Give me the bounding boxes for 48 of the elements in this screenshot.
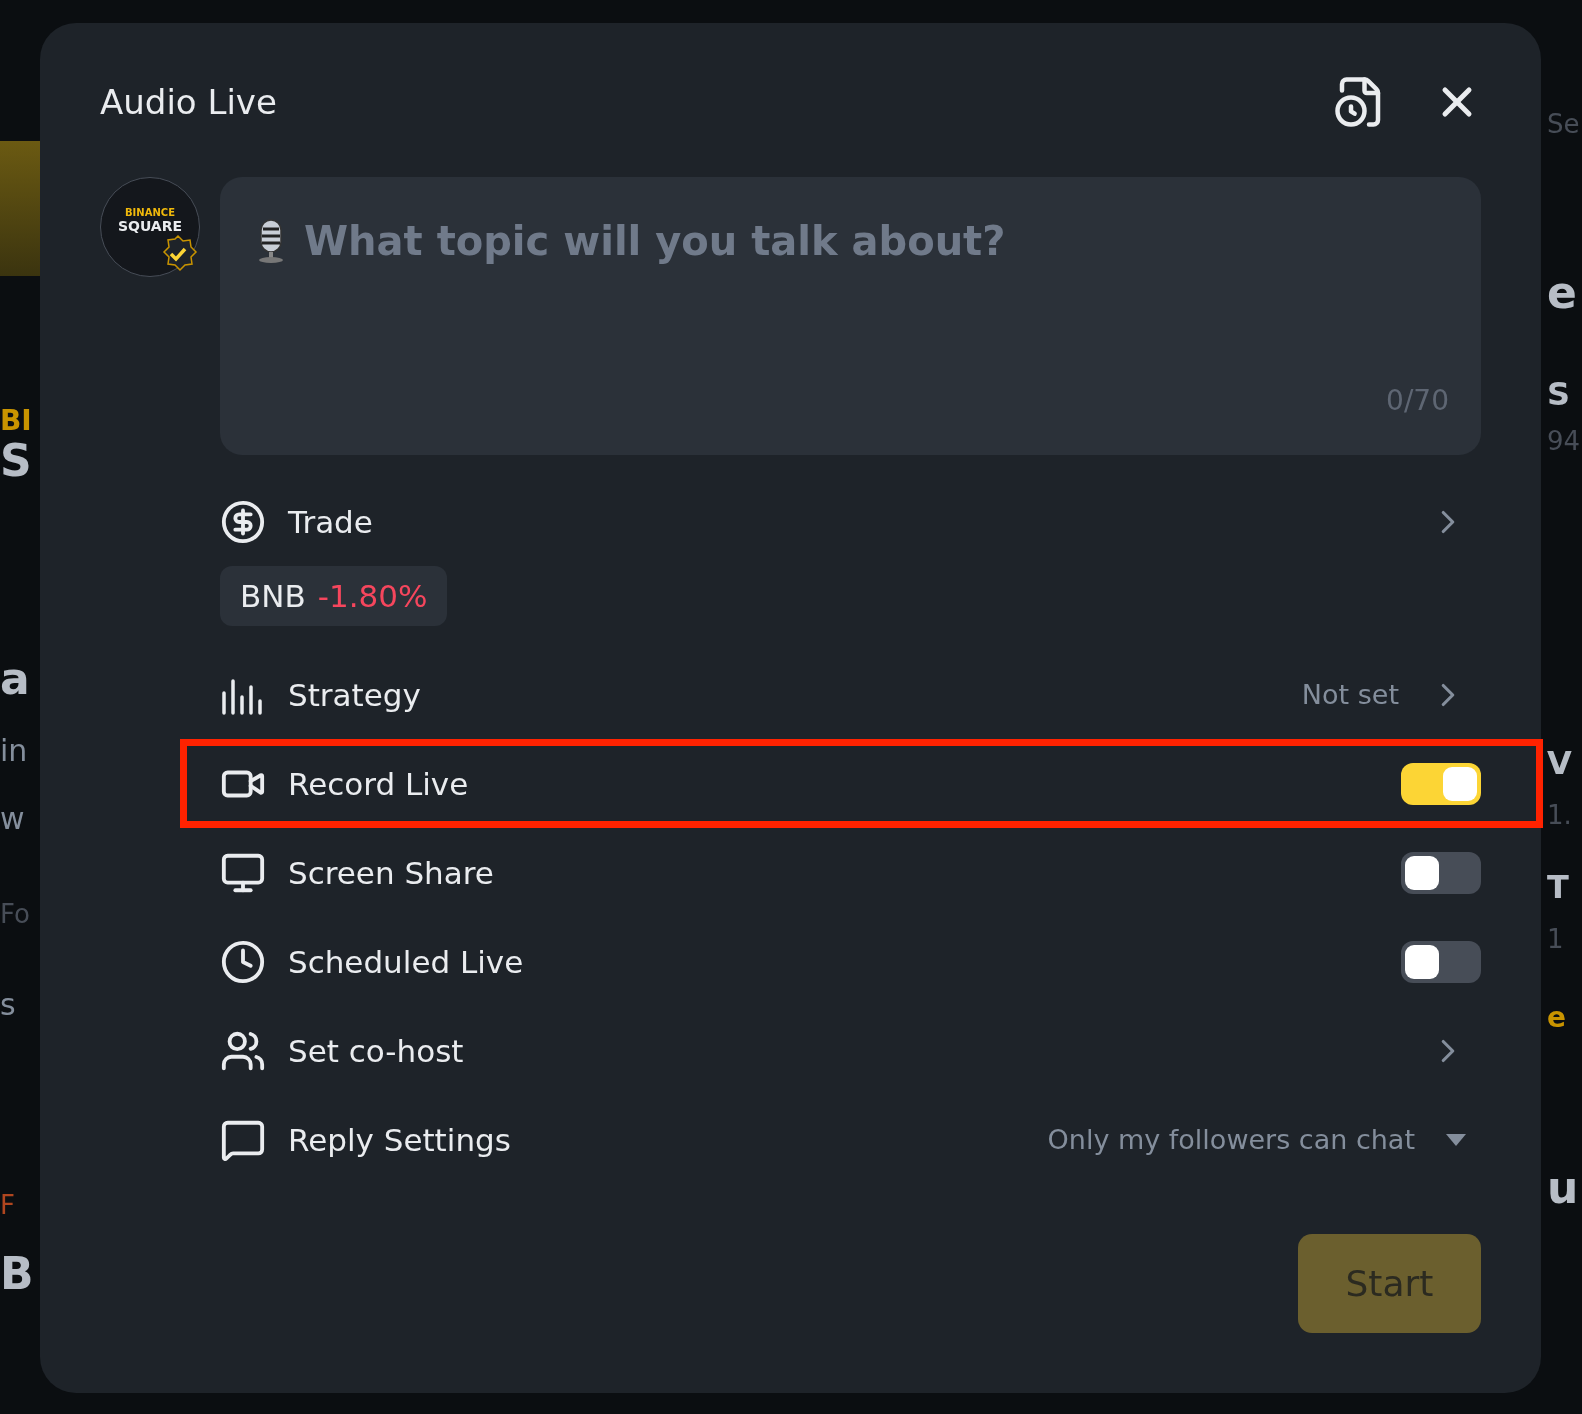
coin-symbol: BNB [240, 578, 306, 614]
trade-row[interactable]: Trade [180, 477, 1481, 566]
background-text: u [1547, 1164, 1580, 1213]
clock-icon [220, 938, 266, 985]
coin-chip[interactable]: BNB -1.80% [220, 566, 448, 626]
row-label: Set co-host [288, 1032, 465, 1069]
toggle-switch[interactable] [1401, 762, 1481, 805]
background-text: 1 [1547, 924, 1565, 954]
avatar-name: SQUARE [117, 217, 183, 234]
background-text: T [1547, 869, 1570, 905]
row-label: Reply Settings [288, 1121, 512, 1158]
background-text: S [0, 436, 33, 486]
topic-field[interactable]: What topic will you talk about? [302, 217, 1449, 265]
toggle-switch[interactable] [1401, 940, 1481, 983]
character-counter: 0/70 [1386, 384, 1449, 417]
settings-row[interactable]: Strategy Not set [180, 650, 1481, 739]
caret-icon[interactable] [1445, 1132, 1467, 1147]
background-text: e [1547, 268, 1578, 317]
dollar-coin-icon [220, 498, 266, 545]
dialog-title: Audio Live [100, 82, 277, 122]
row-label: Strategy [288, 676, 422, 713]
settings-row[interactable]: Scheduled Live [180, 917, 1481, 1006]
avatar-brand: BINANCE [125, 206, 175, 218]
background-text: Se [1547, 110, 1581, 139]
background-text: 94 [1547, 427, 1582, 456]
row-value: Not set [1301, 679, 1399, 710]
settings-row[interactable]: Set co-host [180, 1006, 1481, 1095]
background-text: B [0, 1249, 35, 1299]
settings-row[interactable]: Screen Share [180, 828, 1481, 917]
background-text: s [0, 988, 17, 1022]
background-text: F [0, 1191, 16, 1220]
background-text: Fo [0, 899, 31, 929]
row-label: Scheduled Live [288, 943, 525, 980]
price-change: -1.80% [317, 578, 428, 614]
background-text: w [0, 801, 26, 835]
settings-row[interactable]: Reply Settings Only my followers can chat [180, 1095, 1481, 1184]
background-text: BI [0, 406, 33, 437]
toggle-switch[interactable] [1401, 851, 1481, 894]
background-text: 1. [1547, 800, 1573, 830]
background-text: S [1547, 377, 1572, 413]
background-text: in [0, 733, 29, 767]
row-label: Record Live [288, 765, 470, 802]
row-label: Trade [288, 503, 374, 540]
row-label: Screen Share [288, 854, 495, 891]
background-text: V [1547, 745, 1573, 781]
background-text: e [1547, 1003, 1567, 1035]
row-value: Only my followers can chat [1047, 1124, 1415, 1155]
background-text: a [0, 655, 31, 704]
